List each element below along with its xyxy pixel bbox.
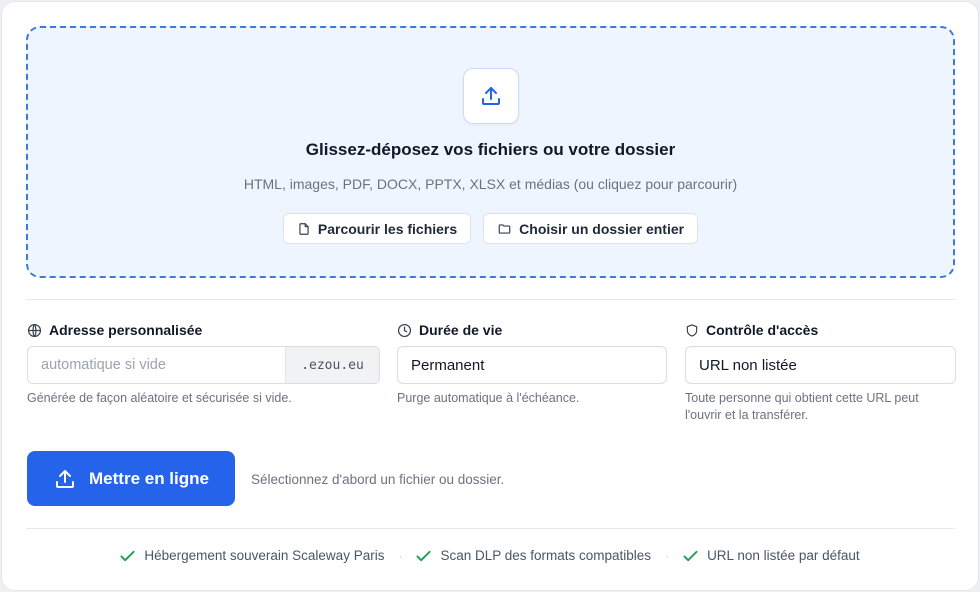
upload-icon	[53, 467, 77, 491]
lifetime-help: Purge automatique à l'échéance.	[397, 391, 580, 405]
address-help: Générée de façon aléatoire et sécurisée …	[27, 391, 292, 405]
upload-card: Glissez-déposez vos fichiers ou votre do…	[1, 1, 979, 591]
footer-divider	[26, 528, 955, 529]
feature-list: Hébergement souverain Scaleway Paris · S…	[2, 548, 978, 563]
section-divider	[26, 299, 955, 300]
check-icon	[416, 550, 431, 562]
separator: ·	[665, 548, 670, 563]
shield-icon	[685, 323, 699, 338]
upload-status: Sélectionnez d'abord un fichier ou dossi…	[251, 472, 505, 487]
access-help: Toute personne qui obtient cette URL peu…	[685, 391, 919, 422]
separator: ·	[398, 548, 403, 563]
dropzone[interactable]: Glissez-déposez vos fichiers ou votre do…	[26, 26, 955, 278]
check-icon	[683, 550, 698, 562]
upload-icon	[463, 68, 519, 124]
address-label: Adresse personnalisée	[27, 322, 202, 338]
feature-item: Hébergement souverain Scaleway Paris	[120, 548, 384, 563]
globe-icon	[27, 323, 42, 338]
lifetime-label: Durée de vie	[397, 322, 502, 338]
dropzone-subtitle: HTML, images, PDF, DOCX, PPTX, XLSX et m…	[243, 176, 738, 192]
browse-files-label: Parcourir les fichiers	[317, 220, 458, 237]
address-placeholder: automatique si vide	[41, 357, 166, 373]
upload-button[interactable]: Mettre en ligne	[27, 451, 235, 506]
browse-files-button[interactable]: Parcourir les fichiers	[282, 213, 472, 244]
lifetime-value: Permanent	[411, 356, 485, 374]
dropzone-title: Glissez-déposez vos fichiers ou votre do…	[305, 140, 676, 159]
clock-icon	[397, 323, 412, 338]
address-input[interactable]: automatique si vide .ezou.eu	[27, 346, 380, 384]
choose-folder-label: Choisir un dossier entier	[519, 220, 685, 237]
address-suffix: .ezou.eu	[285, 347, 379, 383]
lifetime-select[interactable]: Permanent	[397, 346, 667, 384]
feature-item: URL non listée par défaut	[683, 548, 860, 563]
access-value: URL non listée	[699, 356, 797, 374]
check-icon	[120, 550, 135, 562]
folder-icon	[497, 222, 512, 236]
upload-button-label: Mettre en ligne	[89, 468, 209, 488]
access-select[interactable]: URL non listée	[685, 346, 956, 384]
choose-folder-button[interactable]: Choisir un dossier entier	[483, 213, 699, 244]
file-icon	[297, 222, 311, 236]
feature-item: Scan DLP des formats compatibles	[416, 548, 651, 563]
access-label: Contrôle d'accès	[685, 322, 818, 338]
